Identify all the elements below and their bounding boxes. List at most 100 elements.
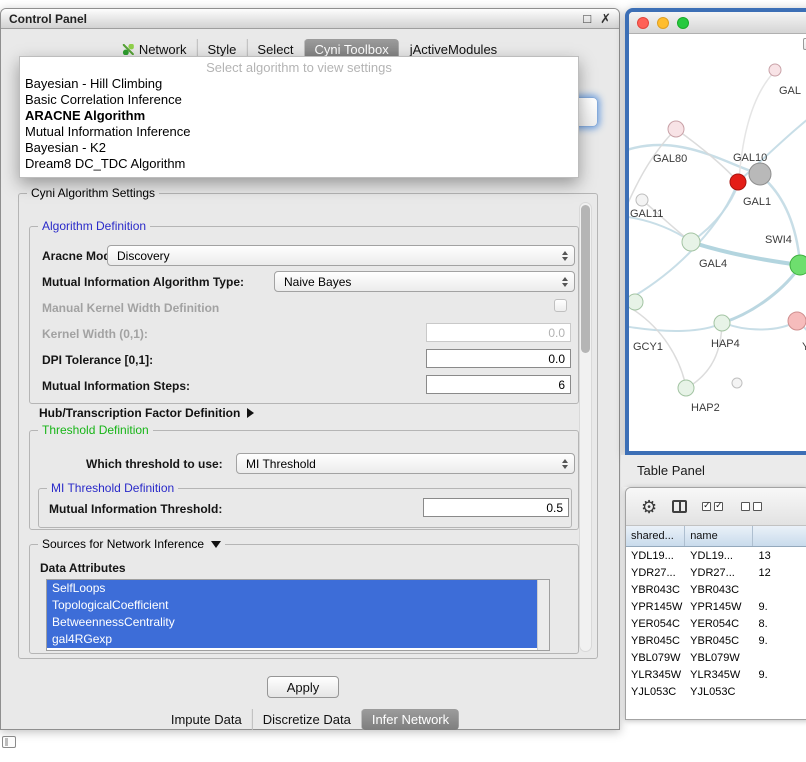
tab-infer-network[interactable]: Infer Network [361, 709, 459, 730]
combo-arrows-icon [562, 251, 568, 261]
table-row[interactable]: YBR045CYBR045C9. [626, 632, 806, 649]
mi-steps-field[interactable] [426, 375, 571, 394]
network-edge[interactable] [724, 321, 797, 330]
network-node[interactable] [714, 315, 730, 331]
column-header-shared[interactable]: shared... [626, 526, 685, 546]
table-row[interactable]: YJL053CYJL053C [626, 683, 806, 700]
attribute-item-gal4rgexp[interactable]: gal4RGexp [47, 631, 537, 648]
which-threshold-value: MI Threshold [246, 457, 316, 471]
combo-arrows-icon [562, 277, 568, 287]
window-title: Control Panel [9, 12, 87, 26]
network-view-window: GALGAL80GAL10GAL1GAL11SWI4GAL4GCY1HAP4YH… [625, 8, 806, 455]
network-node[interactable] [678, 380, 694, 396]
columns-icon[interactable] [672, 500, 687, 513]
table-cell: YDL19... [685, 550, 753, 562]
algorithm-option-aracne-algorithm[interactable]: ARACNE Algorithm [20, 108, 578, 124]
network-window-titlebar[interactable] [629, 12, 806, 34]
list-scrollbar[interactable] [537, 580, 549, 650]
settings-scrollbar[interactable] [579, 202, 592, 652]
sources-toggle[interactable]: Sources for Network Inference [38, 537, 225, 551]
network-edge[interactable] [722, 266, 800, 323]
algorithm-option-mutual-information-inference[interactable]: Mutual Information Inference [20, 124, 578, 140]
tab-label: Network [139, 42, 187, 57]
algorithm-option-dream8-dc-tdc-algorithm[interactable]: Dream8 DC_TDC Algorithm [20, 156, 578, 172]
table-row[interactable]: YDR27...YDR27...12 [626, 564, 806, 581]
algorithm-option-bayesian-hill-climbing[interactable]: Bayesian - Hill Climbing [20, 76, 578, 92]
panel-toggle-icon[interactable] [2, 736, 16, 748]
kernel-width-label: Kernel Width (0,1): [42, 327, 148, 341]
settings-group-title: Cyni Algorithm Settings [27, 186, 159, 200]
cyni-algorithm-settings-group: Cyni Algorithm Settings Algorithm Defini… [18, 193, 598, 659]
network-canvas[interactable]: GALGAL80GAL10GAL1GAL11SWI4GAL4GCY1HAP4YH… [629, 34, 806, 451]
table-cell: YER054C [685, 618, 753, 630]
network-node[interactable] [668, 121, 684, 137]
network-node[interactable] [730, 174, 746, 190]
which-threshold-label: Which threshold to use: [86, 457, 223, 471]
threshold-definition-title: Threshold Definition [38, 423, 153, 437]
attribute-item-topologicalcoefficient[interactable]: TopologicalCoefficient [47, 597, 537, 614]
table-cell: YPR145W [685, 601, 753, 613]
network-node[interactable] [732, 378, 742, 388]
network-graph[interactable]: GALGAL80GAL10GAL1GAL11SWI4GAL4GCY1HAP4YH… [629, 34, 806, 455]
table-row[interactable]: YLR345WYLR345W9. [626, 666, 806, 683]
mode-tabbar: Impute Data Discretize DataInfer Network [161, 709, 459, 730]
combo-arrows-icon [562, 459, 568, 469]
network-edge[interactable] [691, 184, 738, 242]
network-node[interactable] [749, 163, 771, 185]
node-label-gcy1: GCY1 [633, 341, 663, 353]
column-header-col2[interactable] [753, 526, 806, 546]
zoom-traffic-light[interactable] [677, 17, 689, 29]
table-row[interactable]: YBR043CYBR043C [626, 581, 806, 598]
dpi-tolerance-field[interactable] [426, 349, 571, 368]
table-row[interactable]: YPR145WYPR145W9. [626, 598, 806, 615]
network-node[interactable] [636, 194, 648, 206]
table-row[interactable]: YDL19...YDL19...13 [626, 547, 806, 564]
mi-algorithm-type-combo[interactable]: Naive Bayes [274, 271, 575, 292]
network-edge[interactable] [687, 324, 722, 388]
apply-button[interactable]: Apply [267, 676, 339, 698]
algorithm-option-bayesian-k2[interactable]: Bayesian - K2 [20, 140, 578, 156]
network-node[interactable] [682, 233, 700, 251]
hub-definition-toggle[interactable]: Hub/Transcription Factor Definition [39, 406, 254, 420]
network-edge[interactable] [629, 323, 722, 331]
network-edge[interactable] [642, 200, 690, 241]
network-node[interactable] [790, 255, 806, 275]
close-button[interactable]: ✗ [600, 12, 611, 25]
mi-steps-label: Mutual Information Steps: [42, 379, 190, 393]
tab-impute-data[interactable]: Impute Data [161, 709, 252, 730]
network-edge[interactable] [760, 175, 800, 263]
node-label-gal10: GAL10 [733, 152, 767, 164]
manual-kernel-checkbox[interactable] [554, 299, 567, 312]
gear-icon[interactable]: ⚙ [641, 498, 657, 516]
mi-threshold-field[interactable] [423, 498, 569, 517]
tab-discretize-data[interactable]: Discretize Data [252, 709, 361, 730]
algorithm-option-basic-correlation-inference[interactable]: Basic Correlation Inference [20, 92, 578, 108]
aracne-mode-combo[interactable]: Discovery [107, 245, 575, 266]
network-node[interactable] [629, 294, 643, 310]
float-window-button[interactable]: □ [583, 12, 591, 25]
close-traffic-light[interactable] [637, 17, 649, 29]
deselect-all-icon[interactable] [741, 502, 765, 511]
attribute-item-selfloops[interactable]: SelfLoops [47, 580, 537, 597]
table-header-row: shared...name [626, 526, 806, 547]
control-panel-titlebar[interactable]: Control Panel □ ✗ [1, 9, 619, 29]
attribute-item-betweennesscentrality[interactable]: BetweennessCentrality [47, 614, 537, 631]
tab-label: Impute Data [171, 712, 242, 727]
table-row[interactable]: YER054CYER054C8. [626, 615, 806, 632]
table-panel-title: Table Panel [637, 463, 705, 478]
which-threshold-combo[interactable]: MI Threshold [236, 453, 575, 474]
select-all-icon[interactable] [702, 502, 726, 511]
unchecked-box-icon [741, 502, 750, 511]
scrollbar-thumb[interactable] [581, 205, 590, 353]
table-cell: 9. [753, 601, 806, 613]
network-node[interactable] [788, 312, 806, 330]
network-node[interactable] [769, 64, 781, 76]
table-row[interactable]: YBL079WYBL079W [626, 649, 806, 666]
table-cell: YBR045C [626, 635, 685, 647]
column-header-name[interactable]: name [685, 526, 753, 546]
unchecked-box-icon [753, 502, 762, 511]
node-label-gal80: GAL80 [653, 153, 687, 165]
minimize-traffic-light[interactable] [657, 17, 669, 29]
data-attributes-label: Data Attributes [40, 561, 126, 575]
node-label-gal1: GAL1 [743, 196, 771, 208]
